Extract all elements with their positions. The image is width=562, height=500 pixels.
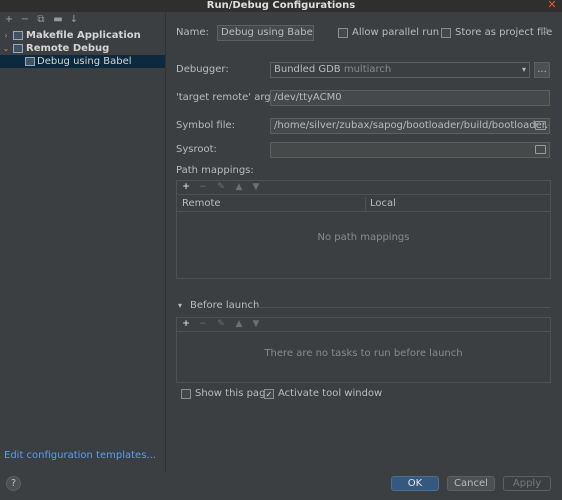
chevron-right-icon[interactable]: › <box>1 29 11 42</box>
configurations-tree-panel: + − ⧉ ▬ ↓ › Makefile Application ⌄ Remot… <box>0 12 166 472</box>
window-title-bar: Run/Debug Configurations <box>0 0 562 12</box>
path-mappings-panel: + − ✎ ▲ ▼ Remote Local No path mappings <box>176 180 551 279</box>
remote-debug-icon <box>13 44 23 53</box>
dropdown-arrow-icon: ▾ <box>521 65 526 74</box>
activate-tool-window-checkbox[interactable]: ✓ <box>264 389 274 399</box>
sort-icon[interactable]: ↓ <box>68 14 80 26</box>
debugger-select[interactable]: Bundled GDB multiarch ▾ <box>270 62 530 78</box>
name-field[interactable]: Debug using Babel <box>217 25 314 41</box>
before-launch-section-header[interactable]: ▾ Before launch <box>178 300 550 312</box>
target-remote-label: 'target remote' args: <box>176 92 280 103</box>
tree-item-makefile-application[interactable]: › Makefile Application <box>0 29 165 42</box>
add-icon[interactable]: + <box>3 14 15 26</box>
show-this-page-checkbox[interactable] <box>181 389 191 399</box>
move-up-icon[interactable]: ▲ <box>233 181 245 193</box>
edit-icon[interactable]: ✎ <box>215 181 227 193</box>
tree-item-label: Debug using Babel <box>37 56 132 67</box>
ok-button[interactable]: OK <box>391 476 439 491</box>
folder-icon[interactable] <box>535 145 546 154</box>
remove-icon[interactable]: − <box>197 181 209 193</box>
debugger-label: Debugger: <box>176 64 229 75</box>
gear-icon[interactable]: ⚙ <box>540 26 549 37</box>
path-mappings-empty-message: No path mappings <box>317 232 410 243</box>
copy-icon[interactable]: ⧉ <box>35 14 47 26</box>
tree-item-remote-debug[interactable]: ⌄ Remote Debug <box>0 42 165 55</box>
edit-icon[interactable]: ✎ <box>215 318 227 330</box>
folder-icon[interactable]: ▬ <box>52 14 64 26</box>
tree-item-label: Makefile Application <box>26 30 141 41</box>
sysroot-field[interactable] <box>270 142 550 158</box>
move-up-icon[interactable]: ▲ <box>233 318 245 330</box>
column-header-local[interactable]: Local <box>370 198 396 209</box>
add-icon[interactable]: + <box>180 318 192 330</box>
name-label: Name: <box>176 27 209 38</box>
move-down-icon[interactable]: ▼ <box>250 181 262 193</box>
chevron-down-icon[interactable]: ▾ <box>178 301 182 310</box>
allow-parallel-run-label: Allow parallel run <box>352 27 440 38</box>
chevron-down-icon[interactable]: ⌄ <box>1 42 11 55</box>
makefile-config-icon <box>13 31 23 40</box>
window-title: Run/Debug Configurations <box>206 0 356 11</box>
column-header-remote[interactable]: Remote <box>182 198 221 209</box>
path-mappings-label: Path mappings: <box>176 165 254 176</box>
remote-debug-icon <box>25 57 35 66</box>
before-launch-toolbar: + − ✎ ▲ ▼ <box>177 318 550 332</box>
target-remote-field[interactable]: /dev/ttyACM0 <box>270 90 550 106</box>
separator <box>256 307 550 308</box>
store-as-project-file-label: Store as project file <box>455 27 553 38</box>
before-launch-panel: + − ✎ ▲ ▼ There are no tasks to run befo… <box>176 317 551 383</box>
cancel-button[interactable]: Cancel <box>447 476 495 491</box>
debugger-suffix: multiarch <box>343 64 392 75</box>
sysroot-label: Sysroot: <box>176 144 217 155</box>
remove-icon[interactable]: − <box>19 14 31 26</box>
path-mappings-toolbar: + − ✎ ▲ ▼ <box>177 181 550 195</box>
edit-configuration-templates-link[interactable]: Edit configuration templates... <box>4 450 156 461</box>
before-launch-empty-message: There are no tasks to run before launch <box>264 348 463 359</box>
activate-tool-window-label: Activate tool window <box>278 388 383 399</box>
debugger-value: Bundled GDB <box>274 64 341 75</box>
close-window-button[interactable]: ✕ <box>546 0 558 11</box>
before-launch-label: Before launch <box>190 300 260 311</box>
column-divider <box>365 197 366 212</box>
symbol-file-value: /home/silver/zubax/sapog/bootloader/buil… <box>274 120 550 131</box>
help-button[interactable]: ? <box>6 476 21 491</box>
apply-button[interactable]: Apply <box>503 476 551 491</box>
show-this-page-label: Show this page <box>195 388 272 399</box>
remove-icon[interactable]: − <box>197 318 209 330</box>
tree-item-label: Remote Debug <box>26 43 110 54</box>
allow-parallel-run-checkbox[interactable] <box>338 28 348 38</box>
store-as-project-file-checkbox[interactable] <box>441 28 451 38</box>
folder-icon[interactable] <box>535 121 546 130</box>
symbol-file-label: Symbol file: <box>176 120 236 131</box>
path-mappings-header: Remote Local <box>177 197 550 212</box>
move-down-icon[interactable]: ▼ <box>250 318 262 330</box>
tree-item-debug-using-babel[interactable]: Debug using Babel <box>0 55 165 68</box>
symbol-file-field[interactable]: /home/silver/zubax/sapog/bootloader/buil… <box>270 118 550 134</box>
add-icon[interactable]: + <box>180 181 192 193</box>
debugger-browse-button[interactable]: ... <box>534 62 550 78</box>
